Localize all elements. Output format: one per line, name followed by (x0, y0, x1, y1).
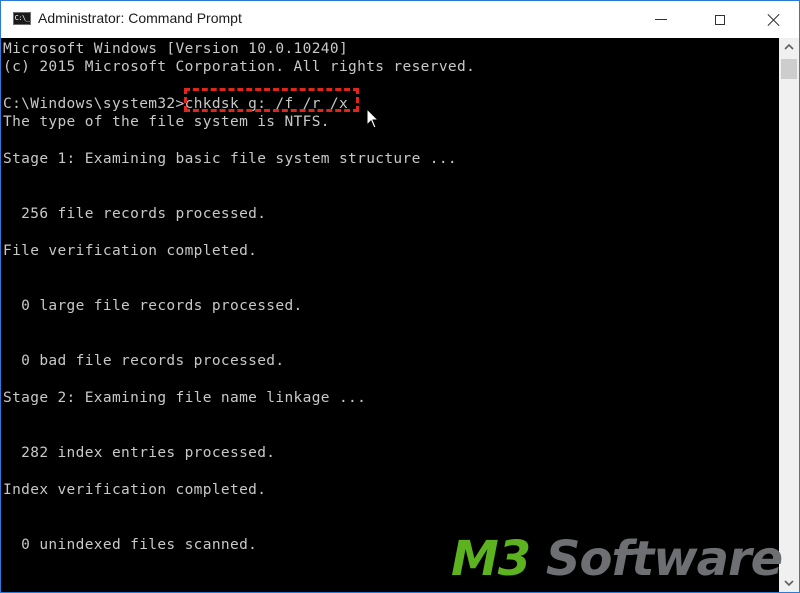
console-line: 0 large file records processed. (3, 298, 303, 314)
command-prompt-window: C:\_ Administrator: Command Prompt Micro… (0, 0, 800, 593)
scroll-up-button[interactable] (779, 38, 799, 56)
chevron-up-icon (784, 44, 794, 50)
maximize-icon (715, 14, 725, 25)
console-line: Stage 1: Examining basic file system str… (3, 151, 457, 167)
console-line: 0 bad file records processed. (3, 353, 285, 369)
minimize-button[interactable] (638, 1, 684, 38)
title-bar[interactable]: C:\_ Administrator: Command Prompt (1, 1, 799, 38)
console-line: The type of the file system is NTFS. (3, 114, 330, 130)
console-line: 282 index entries processed. (3, 445, 276, 461)
watermark-m3: M3 (451, 531, 531, 587)
chevron-down-icon (784, 580, 794, 586)
cmd-icon[interactable]: C:\_ (13, 12, 31, 25)
window-title: Administrator: Command Prompt (38, 10, 242, 26)
console-line: 0 unindexed files scanned. (3, 537, 258, 553)
console-line: 256 file records processed. (3, 206, 267, 222)
console-output[interactable]: Microsoft Windows [Version 10.0.10240] (… (1, 38, 779, 592)
command-highlight-box (184, 88, 359, 112)
minimize-icon (655, 19, 667, 20)
console-line: File verification completed. (3, 243, 258, 259)
maximize-button[interactable] (697, 1, 743, 38)
close-button[interactable] (751, 1, 797, 38)
watermark-software: Software (530, 531, 783, 587)
mouse-pointer-icon (366, 108, 380, 129)
console-line: (c) 2015 Microsoft Corporation. All righ… (3, 59, 476, 75)
scroll-thumb[interactable] (781, 59, 797, 79)
close-icon (767, 13, 781, 27)
console-line: Index verification completed. (3, 482, 267, 498)
vertical-scrollbar[interactable] (779, 38, 799, 592)
console-line: Stage 2: Examining file name linkage ... (3, 390, 367, 406)
prompt-text: C:\Windows\system32> (3, 96, 185, 112)
console-line: Microsoft Windows [Version 10.0.10240] (3, 41, 349, 57)
m3-software-watermark: M3 Software (451, 529, 783, 589)
